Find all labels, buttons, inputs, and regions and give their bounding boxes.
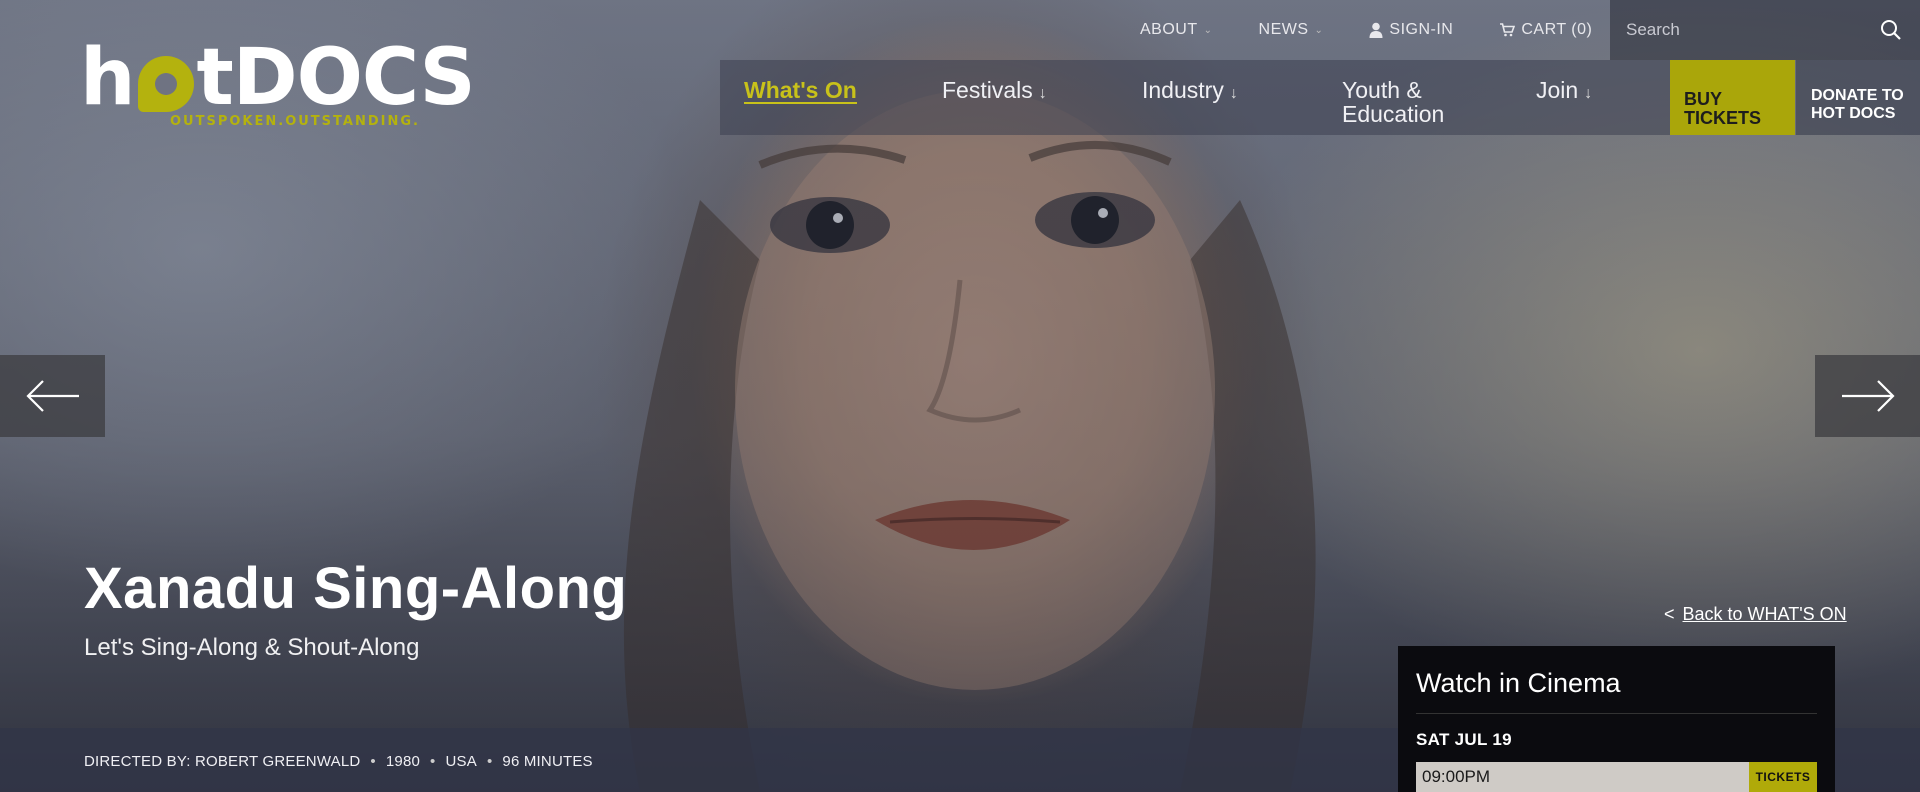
arrow-right-icon — [1841, 380, 1895, 412]
chevron-down-icon: ⌄ — [1314, 24, 1324, 36]
nav-whats-on[interactable]: What's On — [744, 60, 857, 104]
sign-in-link[interactable]: SIGN-IN — [1369, 21, 1453, 39]
sign-in-label: SIGN-IN — [1389, 21, 1454, 38]
logo-wordmark: h tDOCS — [80, 33, 476, 123]
search-icon[interactable] — [1880, 19, 1902, 41]
nav-festivals[interactable]: Festivals ↓ — [942, 60, 1047, 106]
separator-dot: • — [486, 753, 493, 770]
nav-youth-label-line1: Youth & — [1342, 77, 1422, 103]
nav-industry[interactable]: Industry ↓ — [1142, 60, 1238, 106]
main-nav: What's On Festivals ↓ Industry ↓ Youth & E… — [720, 60, 1670, 135]
credit-runtime: 96 MINUTES — [502, 753, 593, 770]
donate-label-line1: DONATE TO — [1811, 87, 1904, 104]
donate-label-line2: HOT DOCS — [1811, 105, 1896, 122]
arrow-left-icon — [25, 380, 79, 412]
logo-text-h: h — [80, 33, 136, 123]
carousel-next-button[interactable] — [1815, 355, 1920, 437]
arrow-down-icon: ↓ — [1584, 85, 1593, 102]
chevron-left-icon: < — [1664, 604, 1675, 624]
buy-tickets-button[interactable]: BUY TICKETS — [1670, 60, 1795, 135]
showtime-time: 09:00PM — [1416, 762, 1749, 792]
arrow-down-icon: ↓ — [1038, 85, 1047, 102]
showtime-row: 09:00PM TICKETS — [1416, 762, 1817, 792]
back-to-whats-on[interactable]: < Back to WHAT'S ON — [1664, 604, 1847, 625]
logo-speech-bubble-icon — [137, 56, 194, 112]
nav-industry-label: Industry — [1142, 77, 1224, 103]
nav-join-label: Join — [1536, 77, 1579, 103]
back-link-text[interactable]: Back to WHAT'S ON — [1683, 604, 1847, 625]
cinema-panel-title: Watch in Cinema — [1416, 668, 1817, 714]
about-label: ABOUT — [1140, 21, 1198, 38]
cart-icon — [1500, 23, 1516, 37]
nav-youth-education[interactable]: Youth & Education — [1342, 60, 1444, 126]
cart-link[interactable]: CART (0) — [1499, 21, 1592, 39]
news-label: NEWS — [1258, 21, 1309, 38]
separator-dot: • — [430, 753, 436, 770]
hotdocs-logo[interactable]: h tDOCS OUTSPOKEN.OUTSTANDING. — [80, 33, 476, 129]
arrow-down-icon: ↓ — [1229, 85, 1238, 102]
film-header: Xanadu Sing-Along Let's Sing-Along & Sho… — [84, 555, 627, 662]
cart-label: CART (0) — [1521, 21, 1593, 38]
carousel-prev-button[interactable] — [0, 355, 105, 437]
user-icon — [1369, 22, 1383, 38]
buy-label-line1: BUY — [1684, 89, 1723, 109]
screening-date: SAT JUL 19 — [1416, 730, 1512, 749]
about-menu[interactable]: ABOUT ⌄ — [1140, 21, 1213, 39]
donate-button[interactable]: DONATE TO HOT DOCS — [1795, 60, 1920, 135]
buy-label-line2: TICKETS — [1684, 108, 1762, 128]
credit-director: DIRECTED BY: ROBERT GREENWALD — [84, 753, 361, 770]
film-credits: DIRECTED BY: ROBERT GREENWALD • 1980 • U… — [84, 753, 593, 770]
utility-nav: ABOUT ⌄ NEWS ⌄ SIGN-IN CART (0) — [1140, 0, 1638, 60]
nav-whats-on-label: What's On — [744, 77, 857, 103]
nav-festivals-label: Festivals — [942, 77, 1033, 103]
watch-in-cinema-panel: Watch in Cinema SAT JUL 19 09:00PM TICKE… — [1398, 646, 1835, 792]
chevron-down-icon: ⌄ — [1203, 24, 1213, 36]
search-box — [1610, 0, 1920, 60]
logo-text-tdocs: tDOCS — [196, 33, 476, 123]
separator-dot: • — [370, 753, 376, 770]
credit-country: USA — [445, 753, 477, 770]
nav-youth-label-line2: Education — [1342, 101, 1445, 127]
nav-join[interactable]: Join ↓ — [1536, 60, 1592, 106]
search-input[interactable] — [1626, 20, 1880, 40]
news-menu[interactable]: NEWS ⌄ — [1259, 21, 1324, 39]
film-subtitle: Let's Sing-Along & Shout-Along — [84, 634, 420, 661]
credit-year: 1980 — [385, 753, 421, 770]
film-title: Xanadu Sing-Along — [84, 556, 628, 621]
tickets-button[interactable]: TICKETS — [1749, 762, 1817, 792]
